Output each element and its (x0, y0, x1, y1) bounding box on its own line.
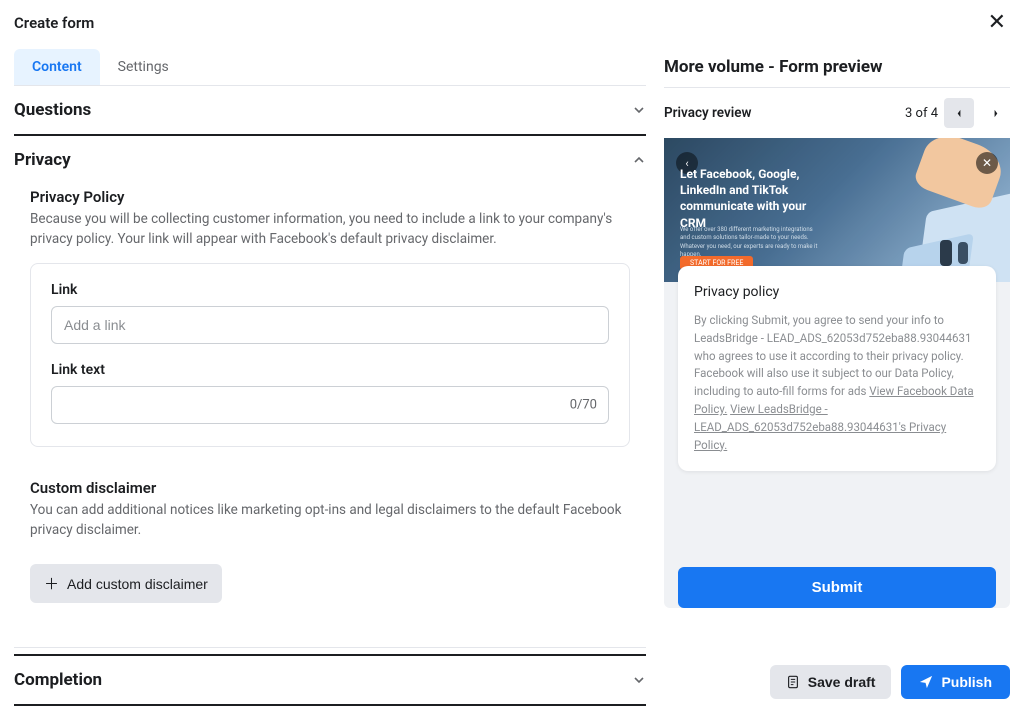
accordion-completion-label: Completion (14, 670, 102, 690)
send-icon (919, 675, 933, 689)
accordion-privacy[interactable]: Privacy (14, 136, 646, 176)
link-text-input[interactable] (51, 386, 609, 424)
publish-button[interactable]: Publish (901, 665, 1010, 699)
publish-label: Publish (941, 674, 992, 690)
tabs: Content Settings (14, 49, 646, 86)
accordion-privacy-label: Privacy (14, 150, 71, 170)
pager-prev-button[interactable] (944, 98, 974, 128)
privacy-section: Privacy Policy Because you will be colle… (14, 176, 646, 648)
save-draft-label: Save draft (808, 674, 876, 690)
preview-title: More volume - Form preview (664, 41, 1010, 88)
privacy-policy-desc: Because you will be collecting customer … (30, 210, 630, 249)
preview-card-title: Privacy policy (694, 284, 980, 300)
preview-privacy-card: Privacy policy By clicking Submit, you a… (678, 266, 996, 471)
link-label: Link (51, 282, 609, 298)
document-icon (786, 675, 800, 689)
save-draft-button[interactable]: Save draft (770, 665, 892, 699)
add-custom-disclaimer-button[interactable]: ＋ Add custom disclaimer (30, 564, 222, 603)
page-title: Create form (14, 14, 94, 32)
chevron-up-icon (632, 153, 646, 167)
custom-disclaimer-section: Custom disclaimer You can add additional… (30, 475, 630, 623)
device-preview: ‹ ✕ Let Facebook, Google, LinkedIn and T… (664, 138, 1010, 608)
link-card: Link Link text 0/70 (30, 263, 630, 447)
custom-disclaimer-heading: Custom disclaimer (30, 479, 630, 497)
hero-headline: Let Facebook, Google, LinkedIn and TikTo… (680, 166, 830, 231)
custom-disclaimer-desc: You can add additional notices like mark… (30, 501, 630, 540)
preview-partner-policy-link[interactable]: View LeadsBridge - LEAD_ADS_62053d752eba… (694, 402, 946, 452)
tab-content[interactable]: Content (14, 49, 100, 85)
preview-close-button[interactable]: ✕ (976, 152, 998, 174)
close-icon[interactable]: ✕ (984, 6, 1010, 39)
link-text-counter: 0/70 (570, 398, 597, 413)
pager-count: 3 of 4 (905, 106, 938, 121)
add-custom-disclaimer-label: Add custom disclaimer (67, 576, 208, 592)
chevron-down-icon (632, 103, 646, 117)
preview-step-label: Privacy review (664, 105, 751, 121)
hero-sub: We offer over 380 different marketing in… (680, 226, 820, 260)
tab-settings[interactable]: Settings (100, 49, 187, 85)
link-input[interactable] (51, 306, 609, 344)
preview-hero: ‹ ✕ Let Facebook, Google, LinkedIn and T… (664, 138, 1010, 282)
preview-submit-button[interactable]: Submit (678, 567, 996, 608)
chevron-down-icon (632, 673, 646, 687)
form-preview-panel: More volume - Form preview Privacy revie… (660, 41, 1024, 706)
accordion-completion[interactable]: Completion (14, 654, 646, 706)
preview-card-body: By clicking Submit, you agree to send yo… (694, 312, 980, 455)
accordion-questions-label: Questions (14, 100, 91, 120)
plus-icon: ＋ (44, 573, 59, 594)
form-editor: Content Settings Questions Privacy Priva… (0, 41, 660, 706)
pager-next-button[interactable] (980, 98, 1010, 128)
link-text-label: Link text (51, 362, 609, 378)
footer-actions: Save draft Publish (770, 665, 1010, 699)
privacy-policy-heading: Privacy Policy (30, 188, 630, 206)
accordion-questions[interactable]: Questions (14, 86, 646, 136)
pager: 3 of 4 (905, 98, 1010, 128)
